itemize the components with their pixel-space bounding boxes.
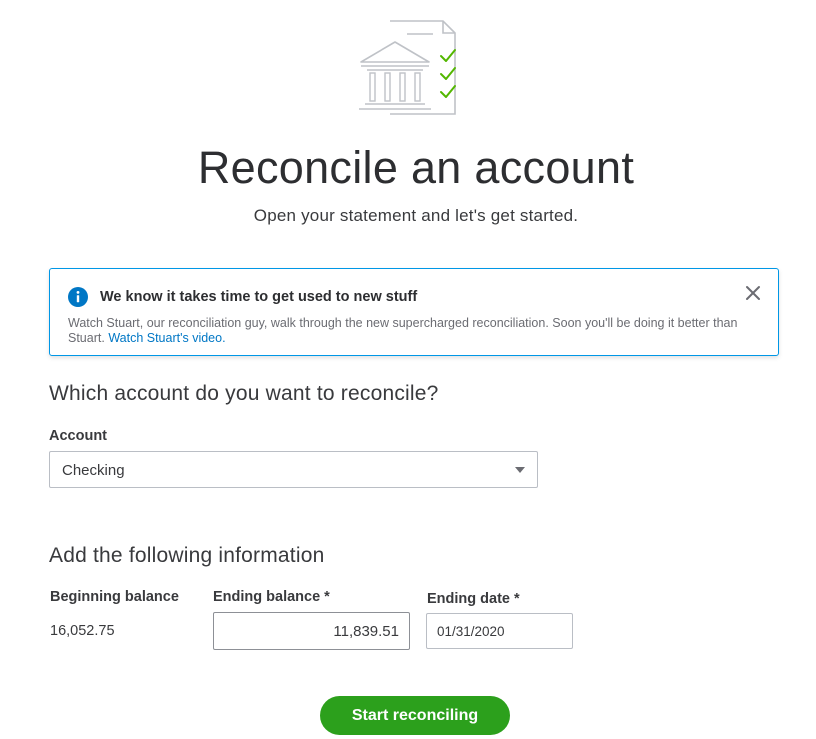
ending-balance-input[interactable] bbox=[213, 612, 410, 650]
info-banner-body: Watch Stuart, our reconciliation guy, wa… bbox=[68, 316, 758, 346]
ending-date-label: Ending date * bbox=[427, 591, 520, 607]
close-icon[interactable] bbox=[744, 284, 762, 302]
page-subtitle: Open your statement and let's get starte… bbox=[253, 206, 579, 225]
beginning-balance-label: Beginning balance bbox=[50, 589, 179, 605]
info-section-heading: Add the following information bbox=[49, 544, 325, 567]
beginning-balance-value: 16,052.75 bbox=[50, 623, 115, 639]
ending-balance-label: Ending balance * bbox=[213, 589, 330, 605]
info-banner-title: We know it takes time to get used to new… bbox=[100, 289, 418, 305]
watch-video-link[interactable]: Watch Stuart's video. bbox=[108, 331, 225, 345]
account-select-value: Checking bbox=[62, 462, 125, 479]
ending-date-input[interactable] bbox=[426, 613, 573, 649]
info-banner: We know it takes time to get used to new… bbox=[49, 268, 779, 356]
reconcile-page: Reconcile an account Open your statement… bbox=[0, 0, 816, 739]
account-section-heading: Which account do you want to reconcile? bbox=[49, 382, 439, 405]
account-label: Account bbox=[49, 428, 107, 444]
start-reconciling-button[interactable]: Start reconciling bbox=[320, 696, 510, 735]
account-select[interactable]: Checking bbox=[49, 451, 538, 488]
page-title: Reconcile an account bbox=[197, 142, 635, 193]
chevron-down-icon bbox=[515, 467, 525, 473]
bank-checklist-illustration bbox=[359, 20, 456, 115]
info-icon bbox=[68, 287, 88, 307]
